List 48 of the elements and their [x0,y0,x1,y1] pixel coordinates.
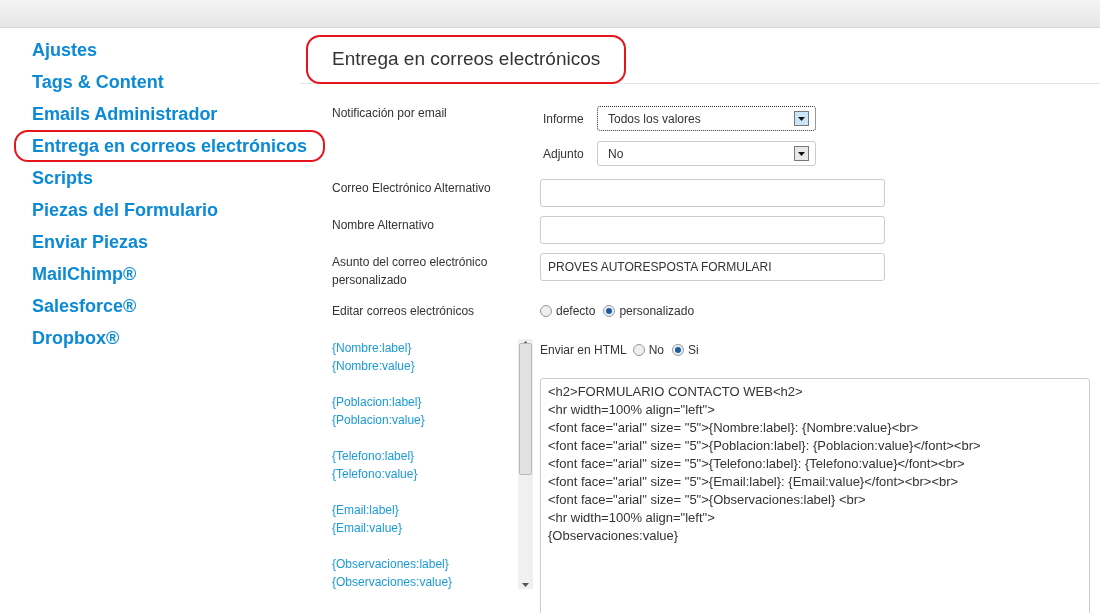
sidebar-link[interactable]: Dropbox® [14,322,138,354]
scrollbar[interactable] [518,339,533,589]
field-label: Notificación por email [332,105,448,122]
radio-label: personalizado [619,303,695,320]
caret-icon [794,111,809,126]
tag-link[interactable]: {Poblacion:label} [332,393,518,411]
sidebar-link[interactable]: Tags & Content [14,66,182,98]
radio-label: Si [688,342,699,359]
tag-link[interactable]: {Nombre:label} [332,339,518,357]
dropdown[interactable]: Todos los valores [597,106,816,131]
radio-label: No [648,342,665,359]
select-label: Informe [543,110,585,128]
sidebar-link[interactable]: Salesforce® [14,290,155,322]
sidebar-link[interactable]: MailChimp® [14,258,155,290]
field-label: Asunto del correo electrónico personalizado [332,254,489,289]
radio-button[interactable] [540,305,552,317]
tag-link[interactable]: {Telefono:label} [332,447,518,465]
sidebar-link[interactable]: Enviar Piezas [14,226,167,258]
caret-icon [794,146,809,161]
field-label: Editar correos electrónicos [332,303,476,320]
field-label: Correo Electrónico Alternativo [332,180,492,197]
select-label: Adjunto [543,145,585,163]
scroll-thumb[interactable] [519,343,532,475]
field-label: Nombre Alternativo [332,217,436,234]
text-field[interactable]: PROVES AUTORESPOSTA FORMULARI [540,253,885,281]
tag-link[interactable]: {Observaciones:value} [332,573,518,591]
scroll-down-icon[interactable] [522,583,529,587]
radio-button[interactable] [672,344,685,356]
radio-label: defecto [556,303,596,320]
tag-link[interactable]: {Nombre:value} [332,357,518,375]
tag-link[interactable]: {Telefono:value} [332,465,518,483]
radio-button[interactable] [603,305,616,317]
text-field[interactable] [540,179,885,207]
sidebar-link[interactable]: Piezas del Formulario [14,194,237,226]
tag-link[interactable]: {Email:label} [332,501,518,519]
sidebar-link[interactable]: Entrega en correos electrónicos [14,130,326,162]
sidebar-link[interactable]: Emails Administrador [14,98,236,130]
sidebar-link[interactable]: Ajustes [14,34,116,66]
tag-link[interactable]: {Email:value} [332,519,518,537]
email-body-editor[interactable]: <h2>FORMULARIO CONTACTO WEB<h2> <hr width=100% align="left"> <font face="arial" size= "5">{Nombre:label}: {Nombre:value}<br> <font face="arial" size= "5">{Poblacion:label}: {Poblacion:value}</font><br> <font face="arial" size= "5">{Telefono:label}: {Telefono:value}</font><br> <font face="arial" size= "5">{Email:label}: {Email:value}</font><br><br> <font face="arial" size= "5">{Observaciones:label} <br> <hr width=100% align="left"> {Observaciones:value} [540,378,1090,613]
text-field[interactable] [540,216,885,244]
tag-link[interactable]: {Poblacion:value} [332,411,518,429]
section-title: Entrega en correos electrónicos [306,35,627,84]
radio-button[interactable] [632,344,645,356]
tag-link[interactable]: {Observaciones:label} [332,555,518,573]
field-label: Enviar en HTML [540,342,627,359]
dropdown[interactable]: No [597,141,816,166]
sidebar-link[interactable]: Scripts [14,162,112,194]
